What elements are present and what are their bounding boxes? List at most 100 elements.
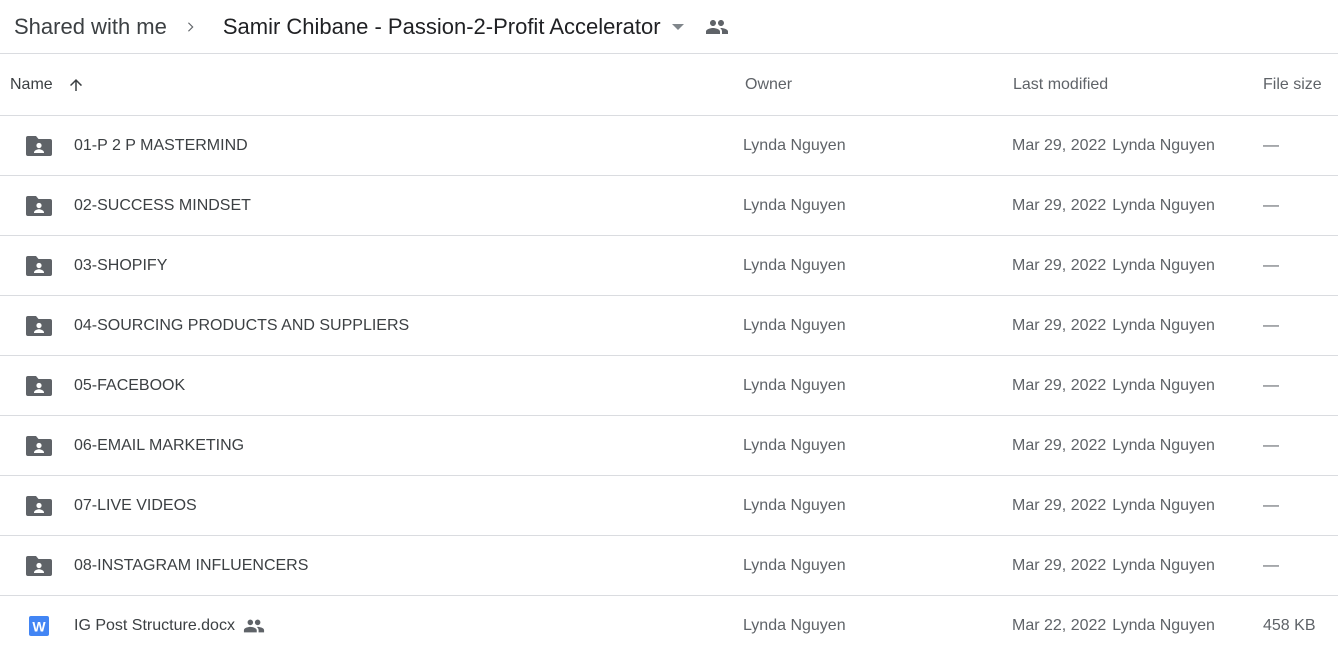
- caret-down-icon[interactable]: [671, 23, 685, 31]
- breadcrumb-shared-with-me[interactable]: Shared with me: [14, 10, 167, 44]
- size-cell: 458 KB: [1263, 617, 1316, 634]
- table-row[interactable]: 08-INSTAGRAM INFLUENCERS Lynda Nguyen Ma…: [0, 536, 1338, 596]
- modified-date: Mar 29, 2022: [1012, 136, 1107, 154]
- size-cell: —: [1263, 196, 1279, 214]
- people-icon: [243, 615, 265, 637]
- modified-by: Lynda Nguyen: [1112, 436, 1215, 454]
- modified-cell: Mar 29, 2022 Lynda Nguyen: [1012, 257, 1263, 275]
- modified-date: Mar 29, 2022: [1012, 556, 1107, 574]
- modified-by: Lynda Nguyen: [1112, 196, 1215, 214]
- modified-by: Lynda Nguyen: [1112, 556, 1215, 574]
- arrow-up-icon[interactable]: [67, 76, 85, 94]
- table-row[interactable]: 03-SHOPIFY Lynda Nguyen Mar 29, 2022 Lyn…: [0, 236, 1338, 296]
- modified-date: Mar 29, 2022: [1012, 496, 1107, 514]
- size-cell: —: [1263, 136, 1279, 154]
- name-cell: 04-SOURCING PRODUCTS AND SUPPLIERS: [0, 313, 743, 339]
- file-name: 07-LIVE VIDEOS: [74, 496, 197, 514]
- shared-folder-icon: [26, 433, 52, 459]
- file-name: 06-EMAIL MARKETING: [74, 436, 245, 454]
- modified-by: Lynda Nguyen: [1112, 256, 1215, 274]
- owner-cell: Lynda Nguyen: [743, 196, 846, 214]
- owner-cell: Lynda Nguyen: [743, 617, 846, 634]
- modified-by: Lynda Nguyen: [1112, 617, 1215, 634]
- column-header-name-label: Name: [10, 75, 53, 93]
- shared-folder-icon: [26, 253, 52, 279]
- modified-cell: Mar 29, 2022 Lynda Nguyen: [1012, 557, 1263, 575]
- table-row[interactable]: 04-SOURCING PRODUCTS AND SUPPLIERS Lynda…: [0, 296, 1338, 356]
- shared-folder-icon: [26, 493, 52, 519]
- shared-folder-icon: [26, 373, 52, 399]
- modified-cell: Mar 29, 2022 Lynda Nguyen: [1012, 317, 1263, 335]
- column-header-owner-label: Owner: [745, 75, 793, 93]
- table-row[interactable]: 07-LIVE VIDEOS Lynda Nguyen Mar 29, 2022…: [0, 476, 1338, 536]
- shared-folder-icon: [26, 193, 52, 219]
- column-header-name[interactable]: Name: [0, 76, 745, 94]
- word-doc-icon: W: [26, 613, 52, 639]
- modified-by: Lynda Nguyen: [1112, 376, 1215, 394]
- chevron-right-icon: [183, 20, 197, 34]
- name-cell: 06-EMAIL MARKETING: [0, 433, 743, 459]
- word-doc-icon-letter: W: [32, 619, 46, 635]
- owner-cell: Lynda Nguyen: [743, 256, 846, 274]
- breadcrumb: Shared with me Samir Chibane - Passion-2…: [0, 0, 1338, 54]
- table-row[interactable]: 02-SUCCESS MINDSET Lynda Nguyen Mar 29, …: [0, 176, 1338, 236]
- modified-cell: Mar 29, 2022 Lynda Nguyen: [1012, 137, 1263, 155]
- file-name: 08-INSTAGRAM INFLUENCERS: [74, 556, 309, 574]
- name-cell: 07-LIVE VIDEOS: [0, 493, 743, 519]
- size-cell: —: [1263, 376, 1279, 394]
- name-cell: 03-SHOPIFY: [0, 253, 743, 279]
- column-header-owner[interactable]: Owner: [745, 76, 1013, 94]
- modified-date: Mar 22, 2022: [1012, 617, 1107, 634]
- table-row[interactable]: 01-P 2 P MASTERMIND Lynda Nguyen Mar 29,…: [0, 116, 1338, 176]
- table-row[interactable]: W IG Post Structure.docx Lynda Nguyen Ma…: [0, 596, 1338, 650]
- modified-by: Lynda Nguyen: [1112, 316, 1215, 334]
- modified-by: Lynda Nguyen: [1112, 496, 1215, 514]
- column-header-file-size-label: File size: [1263, 75, 1322, 93]
- modified-cell: Mar 22, 2022 Lynda Nguyen: [1012, 617, 1263, 635]
- size-cell: —: [1263, 436, 1279, 454]
- name-cell: 02-SUCCESS MINDSET: [0, 193, 743, 219]
- people-icon[interactable]: [705, 15, 729, 39]
- breadcrumb-current-folder[interactable]: Samir Chibane - Passion-2-Profit Acceler…: [223, 14, 685, 40]
- file-name: 02-SUCCESS MINDSET: [74, 196, 251, 214]
- file-name: 03-SHOPIFY: [74, 256, 168, 274]
- name-cell: W IG Post Structure.docx: [0, 613, 743, 639]
- shared-folder-icon: [26, 553, 52, 579]
- column-header-last-modified-label: Last modified: [1013, 75, 1109, 93]
- file-list: Name Owner Last modified File size 01-P …: [0, 54, 1338, 650]
- owner-cell: Lynda Nguyen: [743, 436, 846, 454]
- modified-date: Mar 29, 2022: [1012, 316, 1107, 334]
- table-row[interactable]: 05-FACEBOOK Lynda Nguyen Mar 29, 2022 Ly…: [0, 356, 1338, 416]
- owner-cell: Lynda Nguyen: [743, 136, 846, 154]
- size-cell: —: [1263, 256, 1279, 274]
- name-cell: 05-FACEBOOK: [0, 373, 743, 399]
- modified-date: Mar 29, 2022: [1012, 256, 1107, 274]
- modified-by: Lynda Nguyen: [1112, 136, 1215, 154]
- file-name: 04-SOURCING PRODUCTS AND SUPPLIERS: [74, 316, 410, 334]
- file-list-header: Name Owner Last modified File size: [0, 54, 1338, 116]
- modified-cell: Mar 29, 2022 Lynda Nguyen: [1012, 197, 1263, 215]
- table-row[interactable]: 06-EMAIL MARKETING Lynda Nguyen Mar 29, …: [0, 416, 1338, 476]
- modified-date: Mar 29, 2022: [1012, 376, 1107, 394]
- modified-cell: Mar 29, 2022 Lynda Nguyen: [1012, 497, 1263, 515]
- size-cell: —: [1263, 556, 1279, 574]
- file-name: 05-FACEBOOK: [74, 376, 186, 394]
- modified-date: Mar 29, 2022: [1012, 436, 1107, 454]
- file-list-rows: 01-P 2 P MASTERMIND Lynda Nguyen Mar 29,…: [0, 116, 1338, 650]
- file-name: IG Post Structure.docx: [74, 617, 235, 634]
- column-header-file-size[interactable]: File size: [1263, 76, 1338, 94]
- breadcrumb-current-label: Samir Chibane - Passion-2-Profit Acceler…: [222, 13, 661, 39]
- owner-cell: Lynda Nguyen: [743, 316, 846, 334]
- size-cell: —: [1263, 496, 1279, 514]
- name-cell: 01-P 2 P MASTERMIND: [0, 133, 743, 159]
- modified-date: Mar 29, 2022: [1012, 196, 1107, 214]
- name-cell: 08-INSTAGRAM INFLUENCERS: [0, 553, 743, 579]
- owner-cell: Lynda Nguyen: [743, 376, 846, 394]
- owner-cell: Lynda Nguyen: [743, 556, 846, 574]
- size-cell: —: [1263, 316, 1279, 334]
- shared-folder-icon: [26, 313, 52, 339]
- column-header-last-modified[interactable]: Last modified: [1013, 76, 1263, 94]
- file-name: 01-P 2 P MASTERMIND: [74, 136, 248, 154]
- shared-folder-icon: [26, 133, 52, 159]
- modified-cell: Mar 29, 2022 Lynda Nguyen: [1012, 377, 1263, 395]
